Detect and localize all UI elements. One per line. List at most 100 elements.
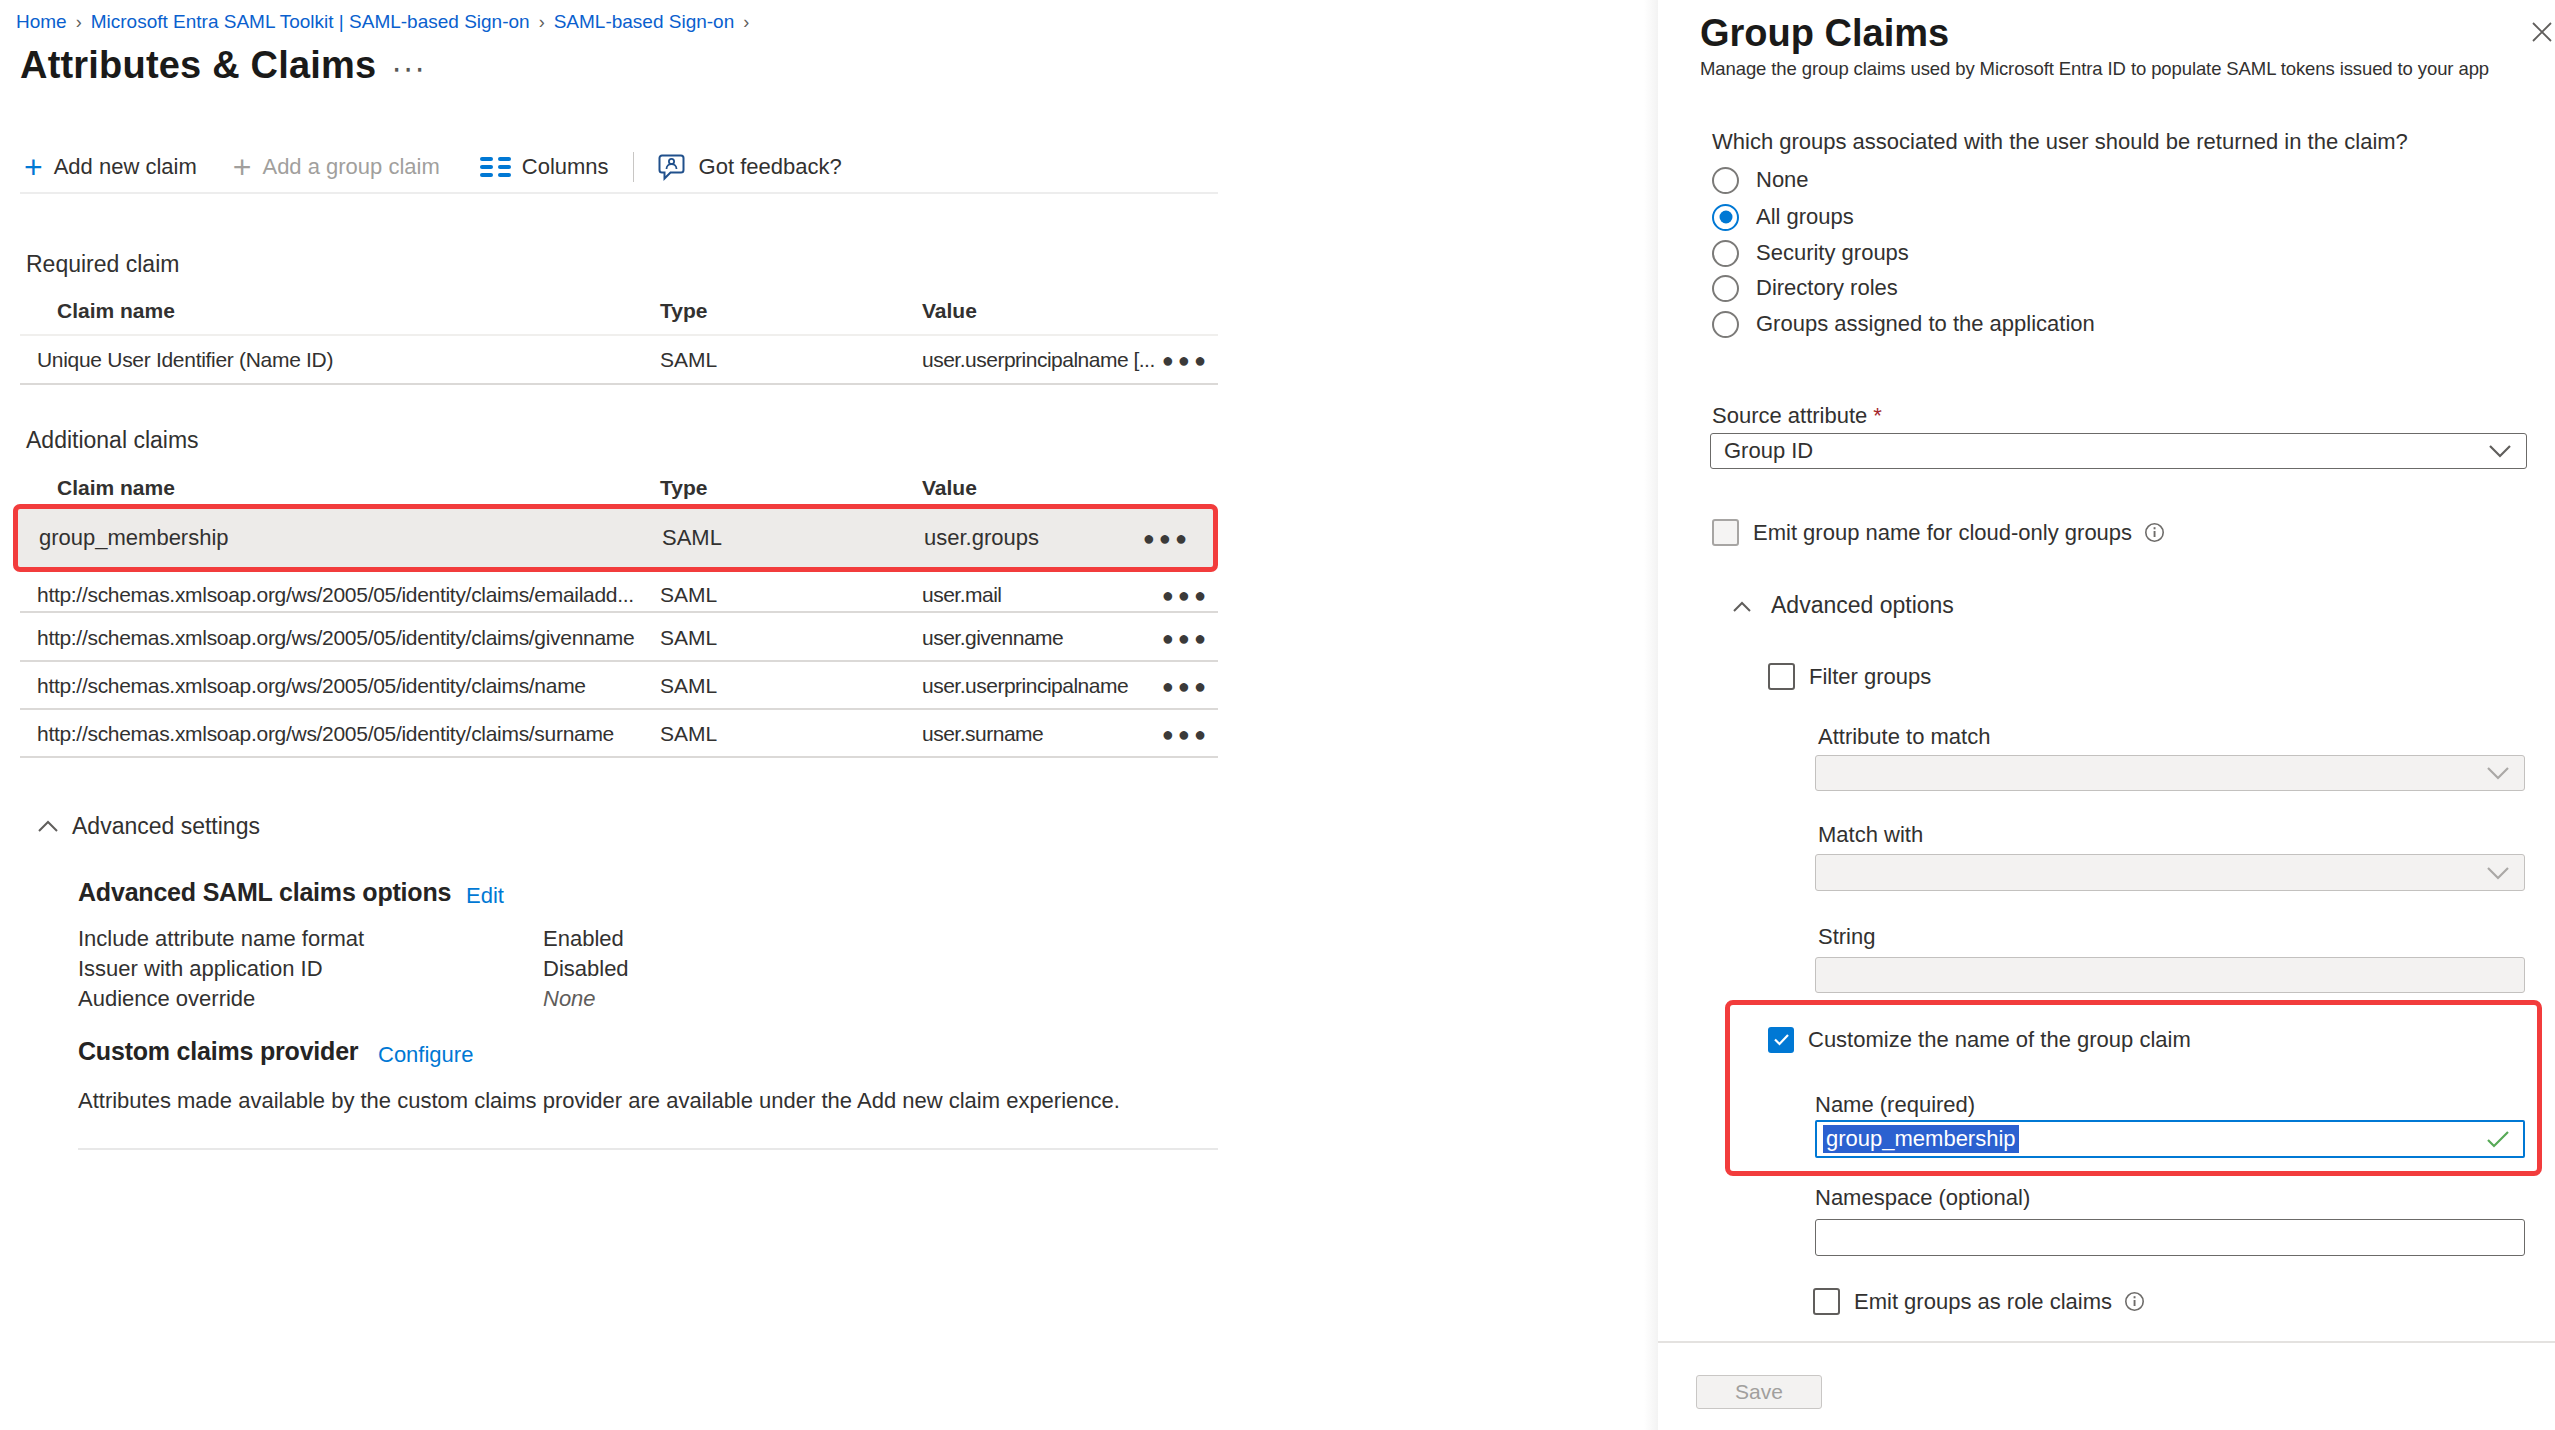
claim-type-cell: SAML [662,525,722,551]
required-claim-row[interactable]: Unique User Identifier (Name ID) SAML us… [20,336,1218,385]
option-value: None [543,986,596,1012]
got-feedback-button[interactable]: Got feedback? [658,153,842,181]
claim-row[interactable]: http://schemas.xmlsoap.org/ws/2005/05/id… [20,712,1218,758]
radio-directory-roles[interactable]: Directory roles [1712,271,1898,305]
group-claims-question: Which groups associated with the user sh… [1712,129,2408,155]
panel-title: Group Claims [1700,12,1949,55]
add-new-claim-label: Add new claim [54,154,197,180]
additional-claims-heading: Additional claims [26,427,199,454]
option-label: Audience override [78,986,255,1012]
claim-name-cell[interactable]: Unique User Identifier (Name ID) [37,348,641,372]
close-icon [2529,19,2555,45]
required-asterisk: * [1873,403,1882,428]
breadcrumb-home[interactable]: Home [16,11,67,32]
radio-all-groups[interactable]: All groups [1712,200,1854,234]
claim-row[interactable]: http://schemas.xmlsoap.org/ws/2005/05/id… [20,664,1218,710]
claim-value-cell: user.groups [924,525,1039,551]
columns-icon [480,157,511,177]
row-menu-button[interactable]: ●●● [1162,348,1210,371]
toolbar-underline [20,192,1218,194]
title-more-button[interactable]: ⋅⋅⋅ [392,52,427,87]
attribute-to-match-dropdown[interactable] [1815,755,2525,791]
radio-groups-assigned[interactable]: Groups assigned to the application [1712,307,2095,341]
row-menu-button[interactable]: ●●● [1143,527,1191,550]
column-value: Value [922,476,977,500]
namespace-label: Namespace (optional) [1815,1185,2030,1211]
claim-value-cell: user.userprincipalname [... [922,348,1155,372]
toolbar-divider [633,152,634,182]
filter-groups-label: Filter groups [1809,664,1931,690]
emit-roles-label: Emit groups as role claims [1854,1289,2112,1315]
checkbox-checked-icon[interactable] [1768,1027,1794,1053]
claim-name-cell[interactable]: http://schemas.xmlsoap.org/ws/2005/05/id… [37,626,641,650]
claim-type-cell: SAML [660,348,717,372]
radio-label: None [1756,167,1809,193]
emit-roles-checkbox-row[interactable]: Emit groups as role claims [1813,1287,2145,1316]
radio-icon [1712,240,1739,267]
radio-label: Directory roles [1756,275,1898,301]
option-value: Enabled [543,926,624,952]
radio-icon [1712,311,1739,338]
valid-check-icon [2485,1129,2511,1149]
edit-link[interactable]: Edit [466,883,504,909]
radio-label: Groups assigned to the application [1756,311,2095,337]
claim-name-cell[interactable]: http://schemas.xmlsoap.org/ws/2005/05/id… [37,583,641,607]
column-type: Type [660,299,707,323]
claim-row[interactable]: http://schemas.xmlsoap.org/ws/2005/05/id… [20,615,1218,662]
add-new-claim-button[interactable]: + Add new claim [24,152,197,182]
column-value: Value [922,299,977,323]
source-attribute-label: Source attribute* [1712,403,1882,429]
row-menu-button[interactable]: ●●● [1162,583,1210,606]
advanced-settings-label[interactable]: Advanced settings [72,813,260,840]
add-group-claim-button[interactable]: + Add a group claim [233,152,440,182]
checkbox-unchecked-icon[interactable] [1712,519,1739,546]
claim-row[interactable]: http://schemas.xmlsoap.org/ws/2005/05/id… [20,578,1218,613]
highlighted-claim-row[interactable]: group_membership SAML user.groups ●●● [13,504,1218,572]
claim-name-cell[interactable]: group_membership [39,525,229,551]
advanced-options-toggle[interactable]: Advanced options [1732,592,1954,619]
claim-name-cell[interactable]: http://schemas.xmlsoap.org/ws/2005/05/id… [37,722,641,746]
namespace-input[interactable] [1815,1219,2525,1256]
claim-value-cell: user.userprincipalname [922,674,1128,698]
name-input-value: group_membership [1823,1125,2019,1153]
breadcrumb-separator: › [539,12,545,32]
claim-value-cell: user.mail [922,583,1002,607]
close-button[interactable] [2524,14,2555,50]
radio-none[interactable]: None [1712,163,1809,197]
advanced-settings-chevron[interactable] [37,819,59,837]
columns-button[interactable]: Columns [480,154,609,180]
radio-security-groups[interactable]: Security groups [1712,236,1909,270]
customize-name-checkbox-row[interactable]: Customize the name of the group claim [1768,1026,2191,1053]
breadcrumb: Home › Microsoft Entra SAML Toolkit | SAML… [16,11,758,33]
name-input[interactable]: group_membership [1815,1120,2525,1158]
custom-claims-description: Attributes made available by the custom … [78,1088,1120,1114]
got-feedback-label: Got feedback? [699,154,842,180]
claim-type-cell: SAML [660,626,717,650]
info-icon[interactable] [2144,522,2165,543]
source-attribute-dropdown[interactable]: Group ID [1710,433,2527,469]
claim-type-cell: SAML [660,583,717,607]
row-menu-button[interactable]: ●●● [1162,626,1210,649]
checkbox-unchecked-icon[interactable] [1768,663,1795,690]
row-menu-button[interactable]: ●●● [1162,723,1210,746]
option-label: Issuer with application ID [78,956,323,982]
breadcrumb-saml-signon[interactable]: SAML-based Sign-on [554,11,735,32]
source-attribute-value: Group ID [1724,438,1813,464]
breadcrumb-toolkit[interactable]: Microsoft Entra SAML Toolkit | SAML-base… [91,11,530,32]
panel-left-shadow [1644,0,1658,1430]
radio-icon [1712,275,1739,302]
claim-name-cell[interactable]: http://schemas.xmlsoap.org/ws/2005/05/id… [37,674,641,698]
page-title: Attributes & Claims [20,44,376,87]
info-icon[interactable] [2124,1291,2145,1312]
match-with-dropdown[interactable] [1815,854,2525,891]
save-button[interactable]: Save [1696,1375,1822,1409]
columns-label: Columns [522,154,609,180]
filter-groups-checkbox-row[interactable]: Filter groups [1768,662,1931,691]
string-input[interactable] [1815,957,2525,993]
checkbox-unchecked-icon[interactable] [1813,1288,1840,1315]
row-menu-button[interactable]: ●●● [1162,675,1210,698]
emit-group-name-checkbox-row[interactable]: Emit group name for cloud-only groups [1712,518,2165,547]
feedback-icon [658,153,688,181]
configure-link[interactable]: Configure [378,1042,473,1068]
claim-value-cell: user.surname [922,722,1043,746]
